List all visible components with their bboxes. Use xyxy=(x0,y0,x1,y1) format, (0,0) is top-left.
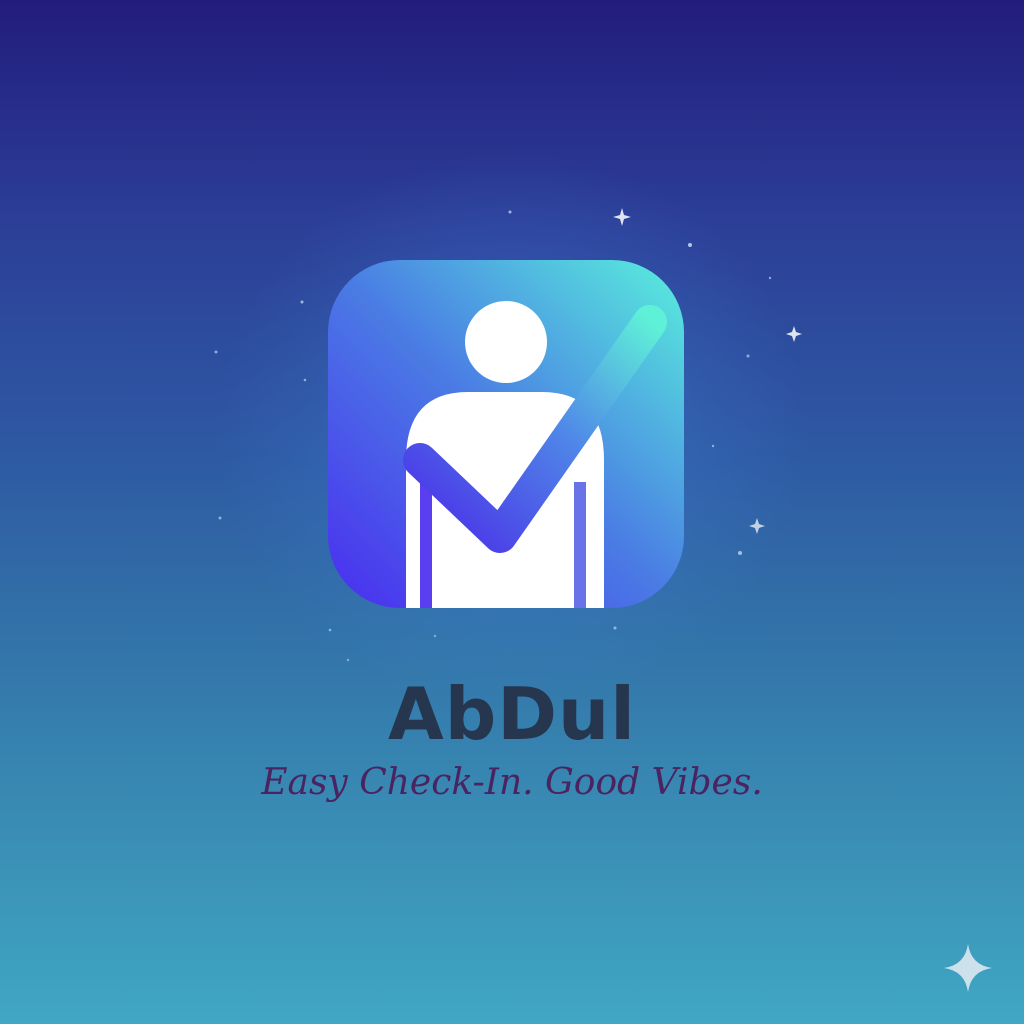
app-name: AbDul xyxy=(388,672,636,756)
app-tagline: Easy Check-In. Good Vibes. xyxy=(261,762,763,803)
person-checkmark-icon xyxy=(328,260,684,608)
sparkle-icon xyxy=(944,944,992,992)
